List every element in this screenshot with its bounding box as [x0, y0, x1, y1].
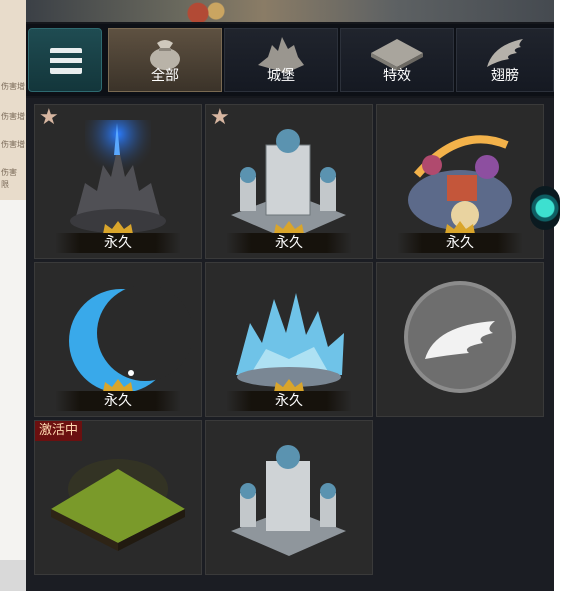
background-footer [0, 560, 26, 591]
white-wing-icon [404, 281, 516, 393]
item-card-white-palace[interactable]: ★ 永久 [205, 104, 373, 259]
background-label: 伤害 [1, 168, 17, 177]
item-card-dark-castle[interactable]: ★ 永久 [34, 104, 202, 259]
item-card-crescent-moon[interactable]: 永久 [34, 262, 202, 417]
favorite-star-icon[interactable]: ★ [39, 107, 59, 129]
tab-all[interactable]: 全部 [108, 28, 222, 92]
tab-label: 特效 [383, 68, 411, 84]
white-palace-icon [231, 445, 346, 556]
duration-label: 永久 [446, 235, 474, 251]
item-card-white-wing[interactable] [376, 262, 544, 417]
tab-effects[interactable]: 特效 [340, 28, 454, 92]
game-scene-strip [26, 0, 554, 22]
item-card-spring-festival-isle[interactable]: 永久 [376, 104, 544, 259]
item-grid: ★ 永久 ★ 永久 永久 永久 永久 激活中 [26, 98, 554, 591]
right-edge [554, 0, 564, 591]
grass-tile-icon [51, 459, 185, 551]
tab-label: 城堡 [267, 68, 295, 84]
background-label: 伤害增 [1, 112, 25, 121]
duration-label: 永久 [104, 393, 132, 409]
category-tabbar: 全部 城堡 特效 翅膀 [26, 24, 554, 96]
background-page: 伤害增 伤害增 伤害增 伤害 限 [0, 0, 26, 591]
background-label: 伤害增 [1, 82, 25, 91]
tab-castle[interactable]: 城堡 [224, 28, 338, 92]
scene-figure [174, 0, 234, 22]
hamburger-icon [50, 48, 82, 74]
favorite-star-icon[interactable]: ★ [210, 107, 230, 129]
duration-label: 永久 [104, 235, 132, 251]
item-card-white-palace-2[interactable] [205, 420, 373, 575]
decoration-panel: 全部 城堡 特效 翅膀 ★ 永久 ★ 永久 永久 永久 永久 激活中 [26, 0, 554, 591]
active-badge: 激活中 [35, 421, 83, 441]
background-label: 伤害增 [1, 140, 25, 149]
duration-label: 永久 [275, 235, 303, 251]
item-card-ice-crystal-castle[interactable]: 永久 [205, 262, 373, 417]
tab-wings[interactable]: 翅膀 [456, 28, 554, 92]
background-label: 限 [1, 180, 9, 189]
item-card-grass-tile[interactable]: 激活中 [34, 420, 202, 575]
duration-label: 永久 [275, 393, 303, 409]
menu-button[interactable] [28, 28, 102, 92]
tab-label: 翅膀 [491, 68, 519, 84]
side-float-button[interactable] [530, 186, 560, 230]
tab-label: 全部 [151, 68, 179, 84]
